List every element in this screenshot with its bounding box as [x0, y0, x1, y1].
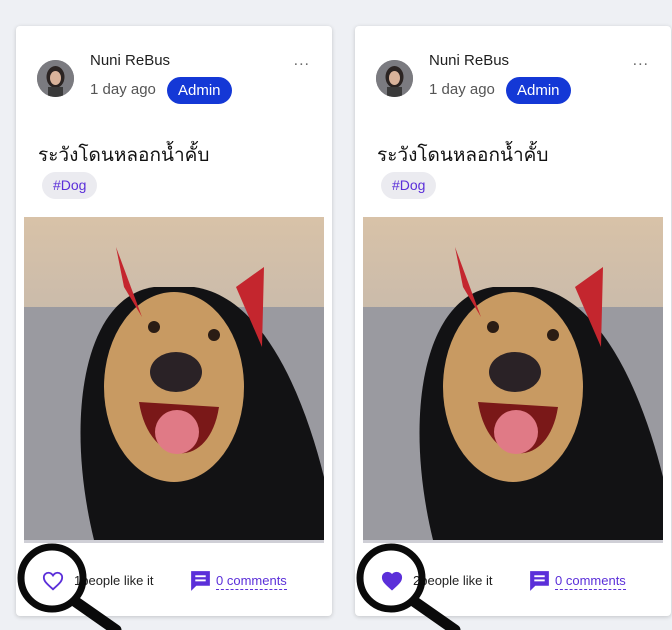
tag-chip[interactable]: #Dog	[42, 172, 98, 199]
like-count-label: 2people like it	[413, 573, 493, 588]
comments-link[interactable]: 0 comments	[216, 573, 287, 590]
comment-icon[interactable]	[188, 568, 213, 593]
post-time: 1 day ago	[90, 81, 156, 98]
like-button[interactable]	[42, 570, 64, 592]
avatar[interactable]	[376, 60, 413, 97]
post-time: 1 day ago	[429, 81, 495, 98]
like-count-label: 1people like it	[74, 573, 154, 588]
like-count-text: people like it	[420, 573, 493, 588]
more-options-button[interactable]: ...	[294, 52, 310, 70]
post-image[interactable]	[363, 217, 663, 543]
like-count-text: people like it	[81, 573, 154, 588]
post-footer: 1people like it 0 comments	[16, 563, 332, 599]
post-card: Nuni ReBus 1 day ago Admin ... ระวังโดนห…	[16, 26, 332, 616]
admin-badge: Admin	[506, 77, 571, 104]
post-footer: 2people like it 0 comments	[355, 563, 671, 599]
author-name[interactable]: Nuni ReBus	[429, 52, 509, 69]
author-name[interactable]: Nuni ReBus	[90, 52, 170, 69]
avatar[interactable]	[37, 60, 74, 97]
comments-link[interactable]: 0 comments	[555, 573, 626, 590]
post-title: ระวังโดนหลอกน้ำคั้บ	[377, 144, 549, 166]
like-button[interactable]	[381, 570, 403, 592]
post-card: Nuni ReBus 1 day ago Admin ... ระวังโดนห…	[355, 26, 671, 616]
post-image[interactable]	[24, 217, 324, 543]
post-title: ระวังโดนหลอกน้ำคั้บ	[38, 144, 210, 166]
tag-chip[interactable]: #Dog	[381, 172, 437, 199]
comment-icon[interactable]	[527, 568, 552, 593]
admin-badge: Admin	[167, 77, 232, 104]
more-options-button[interactable]: ...	[633, 52, 649, 70]
